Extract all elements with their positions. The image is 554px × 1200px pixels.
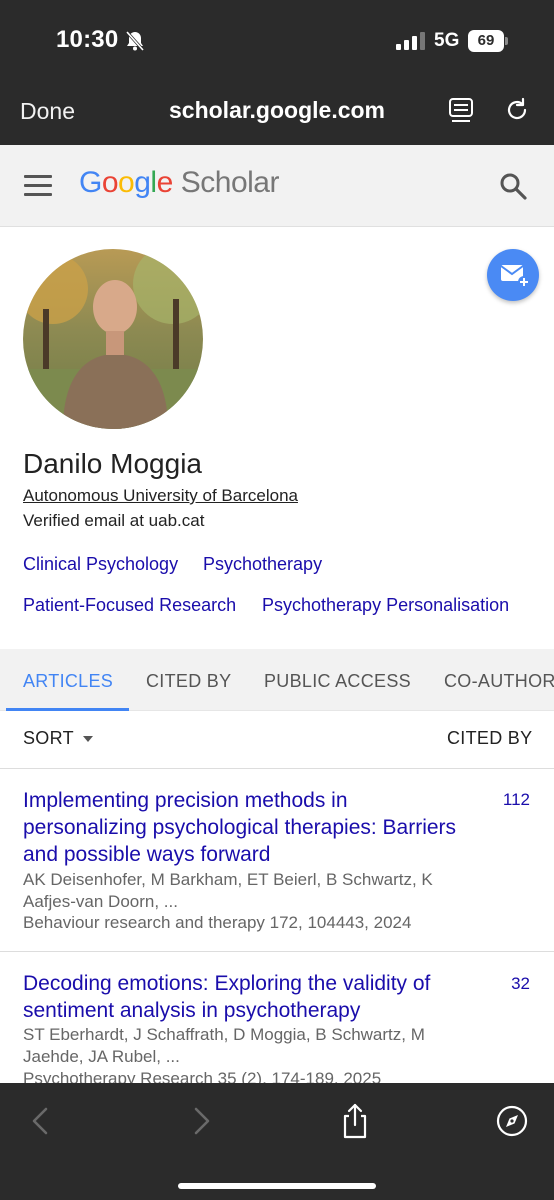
interest-link[interactable]: Patient-Focused Research: [23, 595, 236, 616]
article-title-link[interactable]: Decoding emotions: Exploring the validit…: [23, 970, 453, 1024]
profile-name: Danilo Moggia: [23, 448, 202, 479]
scholar-page: Google Scholar Danilo Moggia Autonomous …: [0, 145, 554, 1083]
google-scholar-logo[interactable]: Google Scholar: [79, 166, 279, 200]
profile-tabs: ARTICLES CITED BY PUBLIC ACCESS CO-AUTHO…: [0, 649, 554, 711]
reload-icon[interactable]: [503, 96, 531, 124]
reader-view-icon[interactable]: [448, 97, 474, 125]
signal-icon: [396, 32, 425, 50]
browser-bar: Done scholar.google.com: [0, 80, 554, 145]
article-citations-link[interactable]: 112: [503, 790, 530, 810]
tab-cited-by[interactable]: CITED BY: [146, 671, 231, 692]
scholar-header: Google Scholar: [0, 145, 554, 227]
sort-button[interactable]: SORT: [23, 728, 74, 749]
dropdown-caret-icon[interactable]: [83, 736, 93, 742]
article-row: Decoding emotions: Exploring the validit…: [0, 952, 554, 1083]
forward-icon[interactable]: [184, 1103, 218, 1139]
profile-affiliation-link[interactable]: Autonomous University of Barcelona: [23, 486, 298, 506]
battery-icon: 69: [468, 30, 508, 52]
article-authors: AK Deisenhofer, M Barkham, ET Beierl, B …: [23, 870, 433, 911]
battery-level: 69: [468, 30, 504, 52]
article-row: Implementing precision methods in person…: [0, 769, 554, 951]
home-indicator: [178, 1183, 376, 1189]
article-authors: ST Eberhardt, J Schaffrath, D Moggia, B …: [23, 1025, 425, 1066]
share-icon[interactable]: [338, 1103, 372, 1139]
interest-link[interactable]: Psychotherapy: [203, 554, 322, 575]
article-venue: Psychotherapy Research 35 (2), 174-189, …: [23, 1069, 382, 1083]
logo-product: Scholar: [180, 166, 280, 199]
article-title-link[interactable]: Implementing precision methods in person…: [23, 787, 463, 868]
tab-public-access[interactable]: PUBLIC ACCESS: [264, 671, 411, 692]
status-bar: 10:30 5G 69: [0, 0, 554, 80]
silent-bell-icon: [125, 31, 145, 51]
follow-email-button[interactable]: [487, 249, 539, 301]
compass-icon[interactable]: [495, 1103, 529, 1139]
network-type: 5G: [434, 30, 460, 51]
browser-chrome: 10:30 5G 69 Done scholar.google.com: [0, 0, 554, 145]
sort-bar: SORT CITED BY: [0, 711, 554, 769]
menu-icon[interactable]: [24, 175, 54, 197]
tab-co-authors[interactable]: CO-AUTHORS: [444, 671, 554, 692]
profile-email-note: Verified email at uab.cat: [23, 511, 205, 530]
article-citations-link[interactable]: 32: [511, 974, 530, 994]
interest-link[interactable]: Clinical Psychology: [23, 554, 178, 575]
article-venue: Behaviour research and therapy 172, 1044…: [23, 913, 412, 932]
status-time: 10:30: [56, 26, 119, 53]
profile-photo: [23, 249, 203, 429]
tab-articles[interactable]: ARTICLES: [23, 671, 113, 692]
interest-link[interactable]: Psychotherapy Personalisation: [262, 595, 509, 616]
battery-nub: [505, 37, 508, 45]
back-icon[interactable]: [24, 1103, 58, 1139]
cited-by-column-header[interactable]: CITED BY: [447, 728, 532, 749]
search-icon[interactable]: [498, 171, 528, 201]
